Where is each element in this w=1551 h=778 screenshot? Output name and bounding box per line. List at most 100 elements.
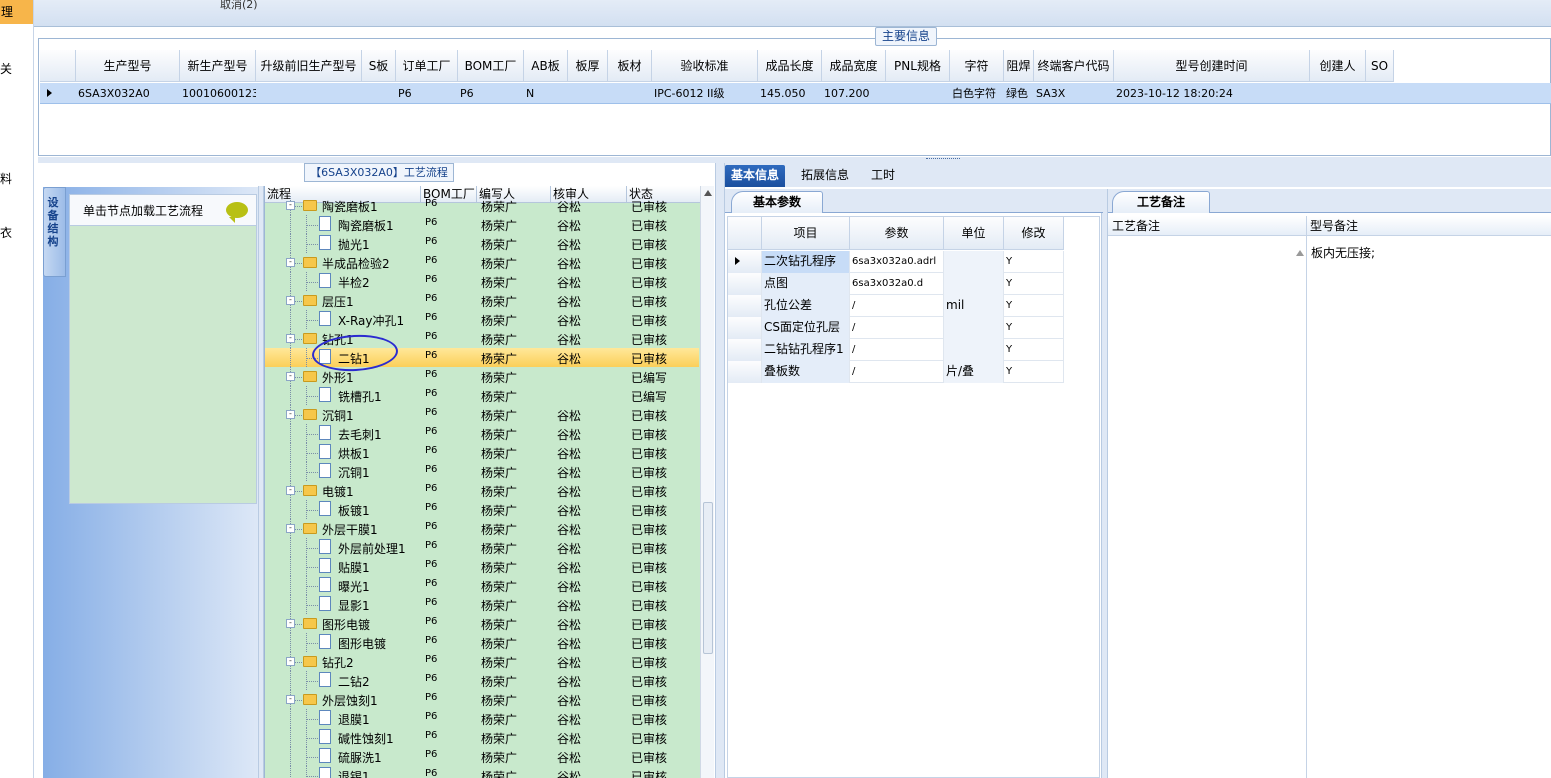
tree-row[interactable]: 图形电镀 P6 杨荣广 谷松 已审核 xyxy=(265,633,699,652)
grid-cell-13[interactable]: 白色字符 xyxy=(950,83,1004,104)
tree-scrollbar[interactable] xyxy=(700,186,714,778)
params-cell-param[interactable]: / xyxy=(850,339,944,361)
collapse-icon[interactable]: - xyxy=(286,410,295,419)
grid-col-8[interactable]: 板材 xyxy=(608,50,652,82)
grid-col-3[interactable]: S板 xyxy=(362,50,396,82)
collapse-icon[interactable]: - xyxy=(286,201,295,210)
nav-item-highlighted[interactable]: 理 xyxy=(0,0,33,24)
params-row[interactable]: CS面定位孔层 / Y xyxy=(728,317,1064,339)
tree-row[interactable]: - 电镀1 P6 杨荣广 谷松 已审核 xyxy=(265,481,699,500)
tab-work-hours[interactable]: 工时 xyxy=(865,165,901,187)
tab-basic-info[interactable]: 基本信息 xyxy=(725,165,786,187)
grid-col-1[interactable]: 新生产型号 xyxy=(180,50,256,82)
nav-item-1[interactable]: 关 xyxy=(0,60,12,77)
grid-cell-15[interactable]: SA3X xyxy=(1034,83,1114,104)
nav-item-3[interactable]: 衣 xyxy=(0,224,12,241)
tab-extended-info[interactable]: 拓展信息 xyxy=(795,165,855,187)
tab-process-notes[interactable]: 工艺备注 xyxy=(1112,191,1210,213)
grid-col-9[interactable]: 验收标准 xyxy=(652,50,758,82)
params-col-param[interactable]: 参数 xyxy=(850,217,944,250)
grid-cell-12[interactable] xyxy=(886,83,950,104)
params-cell-item[interactable]: 叠板数 xyxy=(762,361,850,383)
tree-row[interactable]: 外层前处理1 P6 杨荣广 谷松 已审核 xyxy=(265,538,699,557)
grid-col-2[interactable]: 升级前旧生产型号 xyxy=(256,50,362,82)
params-cell-unit[interactable] xyxy=(944,273,1004,295)
tree-row[interactable]: 烘板1 P6 杨荣广 谷松 已审核 xyxy=(265,443,699,462)
tree-row[interactable]: 曝光1 P6 杨荣广 谷松 已审核 xyxy=(265,576,699,595)
tree-row[interactable]: - 半成品检验2 P6 杨荣广 谷松 已审核 xyxy=(265,253,699,272)
params-cell-param[interactable]: 6sa3x032a0.d xyxy=(850,273,944,295)
tree-row[interactable]: 硫脲洗1 P6 杨荣广 谷松 已审核 xyxy=(265,747,699,766)
params-row-selector[interactable] xyxy=(728,339,762,361)
params-cell-edit[interactable]: Y xyxy=(1004,361,1064,383)
tree-row[interactable]: 二钻2 P6 杨荣广 谷松 已审核 xyxy=(265,671,699,690)
grid-col-16[interactable]: 型号创建时间 xyxy=(1114,50,1310,82)
collapse-icon[interactable]: - xyxy=(286,296,295,305)
left-splitter[interactable] xyxy=(258,186,264,778)
collapse-icon[interactable]: - xyxy=(286,619,295,628)
tree-row[interactable]: 铣槽孔1 P6 杨荣广 已编写 xyxy=(265,386,699,405)
tree-row[interactable]: 沉铜1 P6 杨荣广 谷松 已审核 xyxy=(265,462,699,481)
params-cell-item[interactable]: 二钻钻孔程序1 xyxy=(762,339,850,361)
grid-col-4[interactable]: 订单工厂 xyxy=(396,50,458,82)
grid-cell-5[interactable]: P6 xyxy=(458,83,524,104)
grid-col-18[interactable]: SO xyxy=(1366,50,1394,82)
params-cell-unit[interactable] xyxy=(944,251,1004,273)
tree-row[interactable]: - 外层蚀刻1 P6 杨荣广 谷松 已审核 xyxy=(265,690,699,709)
grid-cell-14[interactable]: 绿色 xyxy=(1004,83,1034,104)
params-cell-param[interactable]: 6sa3x032a0.adrl xyxy=(850,251,944,273)
grid-col-5[interactable]: BOM工厂 xyxy=(458,50,524,82)
grid-cell-17[interactable] xyxy=(1310,83,1366,104)
params-cell-edit[interactable]: Y xyxy=(1004,317,1064,339)
tree-row[interactable]: - 沉铜1 P6 杨荣广 谷松 已审核 xyxy=(265,405,699,424)
params-cell-edit[interactable]: Y xyxy=(1004,273,1064,295)
params-row-selector[interactable] xyxy=(728,317,762,339)
tree-row[interactable]: 退锡1 P6 杨荣广 谷松 已审核 xyxy=(265,766,699,778)
grid-cell-9[interactable]: IPC-6012 II级 xyxy=(652,83,758,104)
params-cell-param[interactable]: / xyxy=(850,317,944,339)
tree-row[interactable]: X-Ray冲孔1 P6 杨荣广 谷松 已审核 xyxy=(265,310,699,329)
params-cell-edit[interactable]: Y xyxy=(1004,295,1064,317)
tree-row[interactable]: - 图形电镀 P6 杨荣广 谷松 已审核 xyxy=(265,614,699,633)
tree-row[interactable]: - 外层干膜1 P6 杨荣广 谷松 已审核 xyxy=(265,519,699,538)
tree-row[interactable]: 抛光1 P6 杨荣广 谷松 已审核 xyxy=(265,234,699,253)
collapse-icon[interactable]: - xyxy=(286,258,295,267)
params-row-selector[interactable] xyxy=(728,295,762,317)
grid-col-14[interactable]: 阻焊 xyxy=(1004,50,1034,82)
grid-cell-10[interactable]: 145.050 xyxy=(758,83,822,104)
grid-cell-16[interactable]: 2023-10-12 18:20:24 xyxy=(1114,83,1310,104)
scroll-thumb[interactable] xyxy=(703,502,713,654)
grid-cell-11[interactable]: 107.200 xyxy=(822,83,886,104)
params-row-selector[interactable] xyxy=(728,361,762,383)
tree-row[interactable]: 碱性蚀刻1 P6 杨荣广 谷松 已审核 xyxy=(265,728,699,747)
collapse-icon[interactable]: - xyxy=(286,486,295,495)
tree-row[interactable]: 退膜1 P6 杨荣广 谷松 已审核 xyxy=(265,709,699,728)
tree-row[interactable]: - 层压1 P6 杨荣广 谷松 已审核 xyxy=(265,291,699,310)
params-cell-param[interactable]: / xyxy=(850,295,944,317)
params-row[interactable]: 孔位公差 / mil Y xyxy=(728,295,1064,317)
tree-row[interactable]: 半检2 P6 杨荣广 谷松 已审核 xyxy=(265,272,699,291)
scroll-up-icon[interactable] xyxy=(704,190,712,196)
params-row[interactable]: 二钻钻孔程序1/ Y xyxy=(728,339,1064,361)
collapse-icon[interactable]: - xyxy=(286,524,295,533)
collapse-icon[interactable]: - xyxy=(286,657,295,666)
equipment-structure-tab[interactable]: 设备结构 xyxy=(43,187,66,277)
params-cell-unit[interactable] xyxy=(944,317,1004,339)
grid-cell-18[interactable] xyxy=(1366,83,1394,104)
model-note-value[interactable]: 板内无压接; xyxy=(1311,244,1375,261)
grid-cell-0[interactable]: 6SA3X032A0 xyxy=(76,83,180,104)
params-cell-edit[interactable]: Y xyxy=(1004,339,1064,361)
params-cell-unit[interactable] xyxy=(944,339,1004,361)
collapse-icon[interactable]: - xyxy=(286,695,295,704)
grid-col-10[interactable]: 成品长度 xyxy=(758,50,822,82)
middle-splitter[interactable] xyxy=(715,163,725,778)
params-cell-item[interactable]: 二次钻孔程序 xyxy=(762,251,850,273)
grid-cell-3[interactable] xyxy=(362,83,396,104)
tree-row[interactable]: 陶瓷磨板1 P6 杨荣广 谷松 已审核 xyxy=(265,215,699,234)
collapse-icon[interactable]: - xyxy=(286,334,295,343)
row-selector[interactable] xyxy=(40,83,76,104)
grid-cell-7[interactable] xyxy=(568,83,608,104)
grid-col-11[interactable]: 成品宽度 xyxy=(822,50,886,82)
grid-col-7[interactable]: 板厚 xyxy=(568,50,608,82)
grid-cell-4[interactable]: P6 xyxy=(396,83,458,104)
